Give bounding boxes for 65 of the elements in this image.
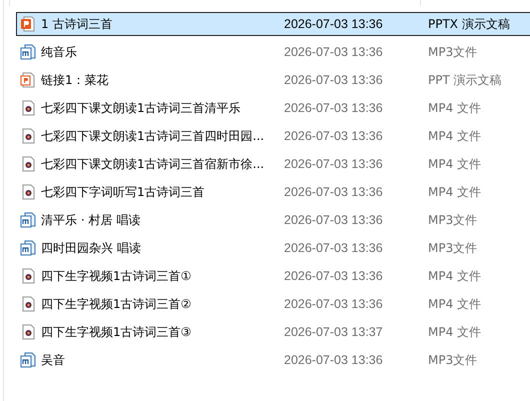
file-row[interactable]: 纯音乐 2026-07-03 13:36 MP3文件 bbox=[16, 40, 530, 64]
file-type: PPT 演示文稿 bbox=[428, 72, 502, 88]
file-name: 七彩四下课文朗读1古诗词三首清平乐 bbox=[41, 100, 242, 116]
file-name: 七彩四下字词听写1古诗词三首 bbox=[41, 184, 206, 200]
file-date: 2026-07-03 13:36 bbox=[284, 213, 384, 227]
file-name: 吴音 bbox=[41, 352, 66, 368]
video-file-icon bbox=[22, 296, 34, 312]
file-row[interactable]: 四时田园杂兴 唱读 2026-07-03 13:36 MP3文件 bbox=[16, 236, 530, 260]
file-name: 纯音乐 bbox=[41, 44, 78, 60]
file-name: 链接1：菜花 bbox=[41, 72, 110, 88]
file-type: MP4 文件 bbox=[428, 100, 482, 116]
file-row[interactable]: 吴音 2026-07-03 13:36 MP3文件 bbox=[16, 348, 530, 372]
file-type: MP3文件 bbox=[428, 44, 478, 60]
file-row[interactable]: 1 古诗词三首 2026-07-03 13:36 PPTX 演示文稿 bbox=[16, 12, 530, 36]
file-type: MP3文件 bbox=[428, 240, 478, 256]
file-type: MP4 文件 bbox=[428, 128, 482, 144]
file-date: 2026-07-03 13:36 bbox=[284, 353, 384, 367]
video-file-icon bbox=[22, 268, 34, 284]
file-row[interactable]: 四下生字视频1古诗词三首① 2026-07-03 13:36 MP4 文件 bbox=[16, 264, 530, 288]
file-row[interactable]: 七彩四下课文朗读1古诗词三首四时田园... 2026-07-03 13:36 MP4 文件 bbox=[16, 124, 530, 148]
file-row[interactable]: 清平乐 · 村居 唱读 2026-07-03 13:36 MP3文件 bbox=[16, 208, 530, 232]
presentation-file-icon bbox=[20, 72, 34, 88]
file-row[interactable]: 七彩四下课文朗读1古诗词三首宿新市徐... 2026-07-03 13:36 MP4 文件 bbox=[16, 152, 530, 176]
file-name: 七彩四下课文朗读1古诗词三首四时田园... bbox=[41, 128, 266, 144]
file-type: PPTX 演示文稿 bbox=[428, 16, 510, 32]
file-type: MP4 文件 bbox=[428, 296, 482, 312]
file-date: 2026-07-03 13:37 bbox=[284, 325, 384, 339]
file-name: 四下生字视频1古诗词三首③ bbox=[41, 324, 192, 340]
file-type: MP4 文件 bbox=[428, 156, 482, 172]
file-type: MP3文件 bbox=[428, 212, 478, 228]
audio-file-icon bbox=[20, 44, 36, 60]
file-type: MP4 文件 bbox=[428, 268, 482, 284]
file-type: MP4 文件 bbox=[428, 184, 482, 200]
audio-file-icon bbox=[20, 240, 36, 256]
file-date: 2026-07-03 13:36 bbox=[284, 129, 384, 143]
video-file-icon bbox=[22, 184, 34, 200]
presentation-file-icon bbox=[21, 16, 34, 32]
file-date: 2026-07-03 13:36 bbox=[284, 45, 384, 59]
file-name: 四下生字视频1古诗词三首② bbox=[41, 296, 192, 312]
file-date: 2026-07-03 13:36 bbox=[284, 17, 384, 31]
file-date: 2026-07-03 13:36 bbox=[284, 73, 384, 87]
video-file-icon bbox=[22, 100, 34, 116]
file-date: 2026-07-03 13:36 bbox=[284, 157, 384, 171]
file-date: 2026-07-03 13:36 bbox=[284, 297, 384, 311]
audio-file-icon bbox=[20, 212, 36, 228]
file-name: 七彩四下课文朗读1古诗词三首宿新市徐... bbox=[41, 156, 266, 172]
file-date: 2026-07-03 13:36 bbox=[284, 241, 384, 255]
file-name: 四时田园杂兴 唱读 bbox=[41, 240, 142, 256]
file-name: 四下生字视频1古诗词三首① bbox=[41, 268, 192, 284]
file-row[interactable]: 链接1：菜花 2026-07-03 13:36 PPT 演示文稿 bbox=[16, 68, 530, 92]
file-row[interactable]: 四下生字视频1古诗词三首② 2026-07-03 13:36 MP4 文件 bbox=[16, 292, 530, 316]
audio-file-icon bbox=[20, 352, 36, 368]
file-row[interactable]: 四下生字视频1古诗词三首③ 2026-07-03 13:37 MP4 文件 bbox=[16, 320, 530, 344]
file-name: 清平乐 · 村居 唱读 bbox=[41, 212, 142, 228]
file-row[interactable]: 七彩四下课文朗读1古诗词三首清平乐 2026-07-03 13:36 MP4 文件 bbox=[16, 96, 530, 120]
video-file-icon bbox=[22, 324, 34, 340]
file-row[interactable]: 七彩四下字词听写1古诗词三首 2026-07-03 13:36 MP4 文件 bbox=[16, 180, 530, 204]
file-type: MP3文件 bbox=[428, 352, 478, 368]
file-type: MP4 文件 bbox=[428, 324, 482, 340]
file-date: 2026-07-03 13:36 bbox=[284, 269, 384, 283]
file-date: 2026-07-03 13:36 bbox=[284, 185, 384, 199]
file-name: 1 古诗词三首 bbox=[41, 16, 114, 32]
file-date: 2026-07-03 13:36 bbox=[284, 101, 384, 115]
video-file-icon bbox=[22, 128, 34, 144]
video-file-icon bbox=[22, 156, 34, 172]
